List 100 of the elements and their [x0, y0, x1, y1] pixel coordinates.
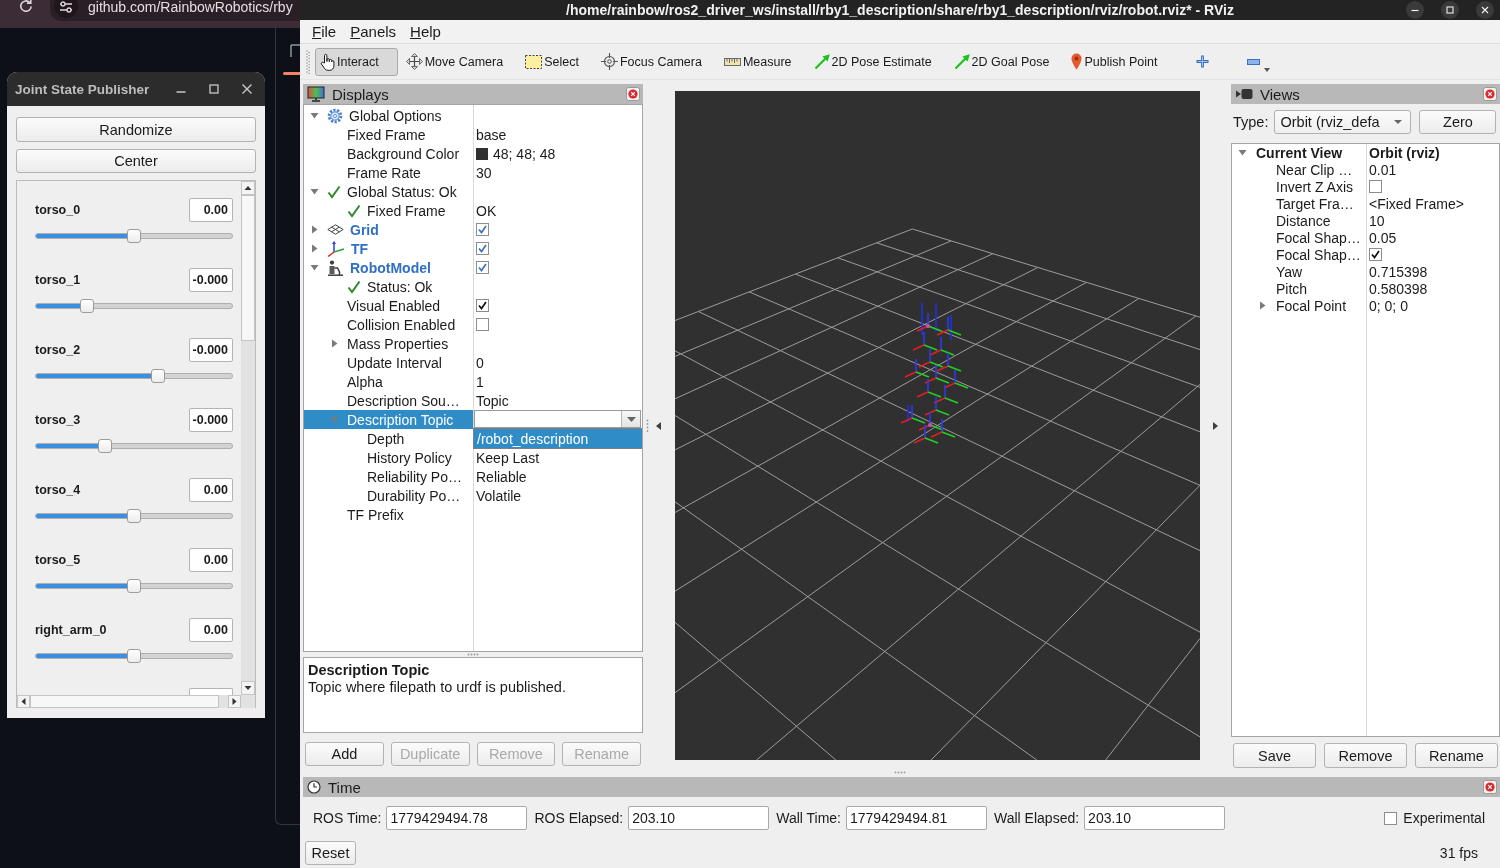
dropdown-option[interactable]: /robot_description	[474, 429, 642, 448]
caret-right-icon[interactable]	[1257, 301, 1267, 310]
action-button[interactable]: Zero	[1419, 110, 1497, 134]
tree-item[interactable]: Alpha	[304, 372, 473, 391]
caret-down-icon[interactable]	[309, 187, 319, 196]
tree-item[interactable]: History Policy	[304, 448, 473, 467]
tree-item[interactable]: Focal Point	[1232, 297, 1366, 314]
horizontal-scrollbar[interactable]	[17, 695, 255, 708]
checkbox[interactable]	[476, 299, 489, 312]
value-field[interactable]: -0.000	[189, 338, 233, 362]
tree-item[interactable]: Collision Enabled	[304, 315, 473, 334]
tree-item[interactable]: Near Clip …	[1232, 161, 1366, 178]
text-field[interactable]: 203.10	[1084, 806, 1226, 830]
caret-down-icon[interactable]	[309, 111, 319, 120]
tool-button[interactable]: Move Camera	[401, 47, 518, 76]
slider-thumb[interactable]	[127, 579, 141, 593]
tree-item[interactable]: Update Interval	[304, 353, 473, 372]
tool-button[interactable]: Interact	[315, 47, 398, 76]
maximize-icon[interactable]	[209, 84, 219, 94]
tool-button[interactable]: Select	[521, 47, 593, 76]
vertical-scrollbar[interactable]	[241, 181, 255, 695]
tool-button[interactable]: Publish Point	[1067, 47, 1172, 76]
tree-item[interactable]: Fixed Frame	[304, 125, 473, 144]
tree-item[interactable]: Reliability Po…	[304, 467, 473, 486]
checkbox[interactable]	[476, 223, 489, 236]
splitter-grip-icon[interactable]	[646, 419, 649, 433]
action-button[interactable]: Randomize	[16, 117, 256, 142]
tool-button[interactable]: Measure	[719, 47, 806, 76]
menu-item[interactable]: Panels	[343, 23, 404, 40]
checkbox-label[interactable]: Experimental	[1403, 810, 1485, 826]
tree-item[interactable]: Focal Shap…	[1232, 246, 1366, 263]
tree-item[interactable]: TF	[304, 239, 473, 258]
value-field[interactable]: 0.00	[189, 198, 233, 222]
close-icon[interactable]	[241, 83, 253, 95]
address-bar[interactable]: github.com/RainbowRobotics/rby	[50, 0, 300, 21]
tree-item[interactable]: RobotModel	[304, 258, 473, 277]
menu-item[interactable]: Help	[403, 23, 448, 40]
checkbox[interactable]	[476, 242, 489, 255]
sliders-icon[interactable]	[53, 0, 79, 18]
text-field[interactable]: 203.10	[628, 806, 770, 830]
tree-item[interactable]: Frame Rate	[304, 163, 473, 182]
tree-item[interactable]: Description Sou…	[304, 391, 473, 410]
slider-thumb[interactable]	[127, 649, 141, 663]
tree-item[interactable]: Yaw	[1232, 263, 1366, 280]
tree-item[interactable]: TF Prefix	[304, 505, 473, 524]
value-field[interactable]	[189, 688, 233, 695]
tree-item[interactable]: Distance	[1232, 212, 1366, 229]
text-field[interactable]: 1779429494.78	[386, 806, 528, 830]
caret-right-icon[interactable]	[309, 244, 319, 253]
close-icon[interactable]	[1476, 1, 1494, 19]
tree-item[interactable]: Focal Shap…	[1232, 229, 1366, 246]
tree-item[interactable]: Target Fra…	[1232, 195, 1366, 212]
action-button[interactable]: Reset	[305, 841, 356, 865]
caret-right-icon[interactable]	[309, 225, 319, 234]
tree-item[interactable]: Fixed Frame	[304, 201, 473, 220]
tree-item[interactable]: Pitch	[1232, 280, 1366, 297]
menu-item[interactable]: File	[305, 23, 344, 40]
action-button[interactable]: Remove	[1324, 743, 1407, 768]
tool-button[interactable]: 2D Pose Estimate	[809, 47, 946, 76]
action-button[interactable]: Rename	[1415, 743, 1498, 768]
checkbox[interactable]	[1369, 180, 1382, 193]
tree-item[interactable]: Visual Enabled	[304, 296, 473, 315]
tree-item[interactable]: Current View	[1232, 144, 1366, 161]
tree-item[interactable]: Grid	[304, 220, 473, 239]
grip-icon[interactable]	[306, 48, 310, 75]
slider-thumb[interactable]	[127, 229, 141, 243]
value-field[interactable]: 0.00	[189, 618, 233, 642]
checkbox[interactable]	[1369, 248, 1382, 261]
checkbox[interactable]	[1384, 811, 1398, 825]
value-field[interactable]: -0.000	[189, 268, 233, 292]
maximize-icon[interactable]	[1441, 1, 1459, 19]
text-field[interactable]: 1779429494.81	[846, 806, 987, 830]
topic-combobox[interactable]	[474, 410, 641, 428]
value-field[interactable]: 0.00	[189, 548, 233, 572]
slider-thumb[interactable]	[97, 439, 112, 453]
caret-right-icon[interactable]	[329, 339, 339, 348]
caret-down-icon[interactable]	[1237, 148, 1247, 157]
tool-button[interactable]: 2D Goal Pose	[949, 47, 1064, 76]
value-field[interactable]: -0.000	[189, 408, 233, 432]
action-button[interactable]: Save	[1233, 743, 1316, 768]
slider-thumb[interactable]	[79, 299, 94, 313]
value-field[interactable]: 0.00	[189, 478, 233, 502]
tree-item[interactable]: Description Topic	[304, 410, 473, 429]
splitter-grip-icon[interactable]	[466, 653, 480, 656]
action-button[interactable]: Add	[305, 742, 384, 766]
caret-down-icon[interactable]	[309, 263, 319, 272]
slider-thumb[interactable]	[127, 509, 141, 523]
tool-button[interactable]: Focus Camera	[596, 47, 716, 76]
tree-item[interactable]: Status: Ok	[304, 277, 473, 296]
reload-icon[interactable]	[18, 0, 34, 14]
tree-item[interactable]: Mass Properties	[304, 334, 473, 353]
tree-item[interactable]: Global Status: Ok	[304, 182, 473, 201]
slider-thumb[interactable]	[150, 369, 165, 383]
tree-item[interactable]: Background Color	[304, 144, 473, 163]
view-type-combobox[interactable]: Orbit (rviz_defa	[1274, 110, 1412, 134]
action-button[interactable]: Center	[16, 149, 256, 173]
checkbox[interactable]	[476, 261, 489, 274]
triangle-right-icon[interactable]	[1213, 422, 1218, 430]
tree-item[interactable]: Global Options	[304, 106, 473, 125]
checkbox[interactable]	[476, 318, 489, 331]
